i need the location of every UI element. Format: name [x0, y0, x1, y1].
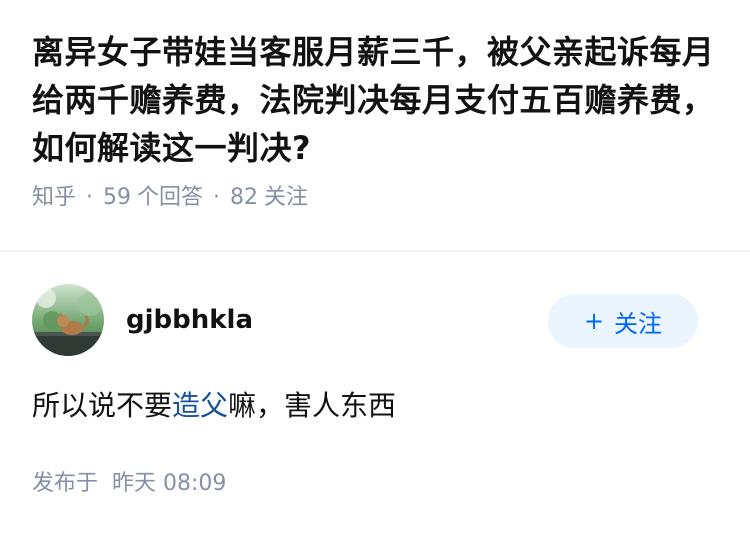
follower-count-label[interactable]: 关注 — [264, 185, 308, 210]
author-name[interactable]: gjbbhkla — [126, 304, 253, 336]
content-link[interactable]: 造父 — [172, 389, 228, 422]
follower-count: 82 — [230, 185, 259, 210]
content-text: 所以说不要 — [32, 389, 173, 422]
published-label: 发布于 — [32, 471, 99, 496]
follow-button-label: 关注 — [614, 309, 663, 338]
meta-separator: · — [86, 185, 94, 210]
answer-count: 59 — [103, 185, 132, 210]
publish-info: 发布于 昨天 08:09 — [32, 468, 226, 500]
source-label[interactable]: 知乎 — [32, 185, 76, 210]
answer-count-label[interactable]: 个回答 — [137, 185, 203, 210]
avatar-image — [32, 284, 104, 356]
meta-separator: · — [213, 185, 221, 210]
question-meta: 知乎 · 59 个回答 · 82 关注 — [32, 182, 718, 214]
question-title[interactable]: 离异女子带娃当客服月薪三千，被父亲起诉每月给两千赡养费，法院判决每月支付五百赡养… — [32, 28, 722, 172]
answer-content: 所以说不要造父嘛，害人东西 — [32, 386, 396, 426]
question-header: 离异女子带娃当客服月薪三千，被父亲起诉每月给两千赡养费，法院判决每月支付五百赡养… — [0, 0, 750, 250]
published-time: 昨天 08:09 — [112, 471, 227, 496]
follow-button[interactable]: + 关注 — [548, 294, 698, 348]
avatar[interactable] — [32, 284, 104, 356]
plus-icon: + — [583, 307, 605, 335]
answer-card: gjbbhkla + 关注 所以说不要造父嘛，害人东西 发布于 昨天 08:09 — [0, 252, 750, 534]
content-text-rest: 嘛，害人东西 — [228, 389, 397, 422]
